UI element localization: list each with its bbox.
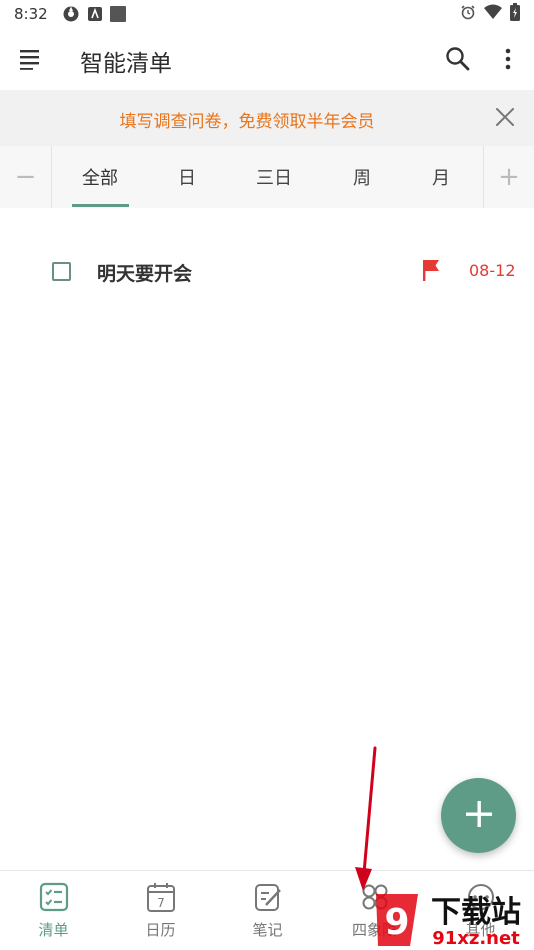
tab-decrease-button[interactable]: − xyxy=(0,146,52,208)
nav-item-calendar[interactable]: 7 日历 xyxy=(107,871,214,950)
sync-icon xyxy=(62,5,80,23)
alarm-icon xyxy=(460,4,476,24)
app-bar: 智能清单 xyxy=(0,28,534,90)
tab-week[interactable]: 周 xyxy=(320,146,404,208)
promo-banner[interactable]: 填写调查问卷，免费领取半年会员 xyxy=(0,90,534,146)
nav-label-quadrant: 四象限 xyxy=(351,921,397,939)
plus-icon xyxy=(463,798,495,834)
checklist-icon xyxy=(38,881,70,913)
nav-label-checklist: 清单 xyxy=(38,921,69,939)
task-due-date: 08-12 xyxy=(469,261,516,280)
calendar-icon: 7 xyxy=(145,881,177,913)
note-icon xyxy=(252,881,284,913)
app-notification-icon xyxy=(87,7,102,21)
active-tab-indicator xyxy=(72,204,129,207)
add-task-button[interactable] xyxy=(441,778,516,853)
page-title: 智能清单 xyxy=(80,51,172,77)
tab-month[interactable]: 月 xyxy=(400,146,482,208)
nav-item-quadrant[interactable]: 四象限 xyxy=(321,871,428,950)
tab-three-days[interactable]: 三日 xyxy=(232,146,316,208)
calendar-day-number: 7 xyxy=(157,896,165,910)
status-time: 8:32 xyxy=(14,5,48,23)
menu-icon[interactable] xyxy=(18,48,44,70)
wifi-icon xyxy=(484,4,502,24)
square-notification-icon xyxy=(109,6,126,22)
task-item[interactable]: 明天要开会 08-12 xyxy=(0,248,534,294)
nav-label-other: 其他 xyxy=(465,921,496,939)
quadrant-icon xyxy=(359,881,391,913)
nav-item-notes[interactable]: 笔记 xyxy=(214,871,321,950)
nav-label-calendar: 日历 xyxy=(145,921,176,939)
banner-text[interactable]: 填写调查问卷，免费领取半年会员 xyxy=(0,107,494,132)
other-icon xyxy=(465,881,497,913)
search-icon[interactable] xyxy=(444,45,472,73)
close-icon[interactable] xyxy=(494,106,516,128)
bottom-navigation: 清单 7 日历 笔记 四象限 其他 xyxy=(0,870,534,950)
battery-icon xyxy=(510,3,520,25)
task-checkbox[interactable] xyxy=(52,262,71,281)
task-title[interactable]: 明天要开会 xyxy=(97,259,192,286)
flag-icon[interactable] xyxy=(420,258,442,282)
tab-increase-button[interactable]: + xyxy=(483,146,534,208)
nav-item-checklist[interactable]: 清单 xyxy=(0,871,107,950)
nav-label-notes: 笔记 xyxy=(252,921,283,939)
nav-item-other[interactable]: 其他 xyxy=(427,871,534,950)
filter-tabs: − 全部 日 三日 周 月 + xyxy=(0,146,534,208)
tab-day[interactable]: 日 xyxy=(146,146,228,208)
status-bar: 8:32 xyxy=(0,0,534,28)
tab-all[interactable]: 全部 xyxy=(58,146,142,208)
more-options-icon[interactable] xyxy=(496,46,520,72)
